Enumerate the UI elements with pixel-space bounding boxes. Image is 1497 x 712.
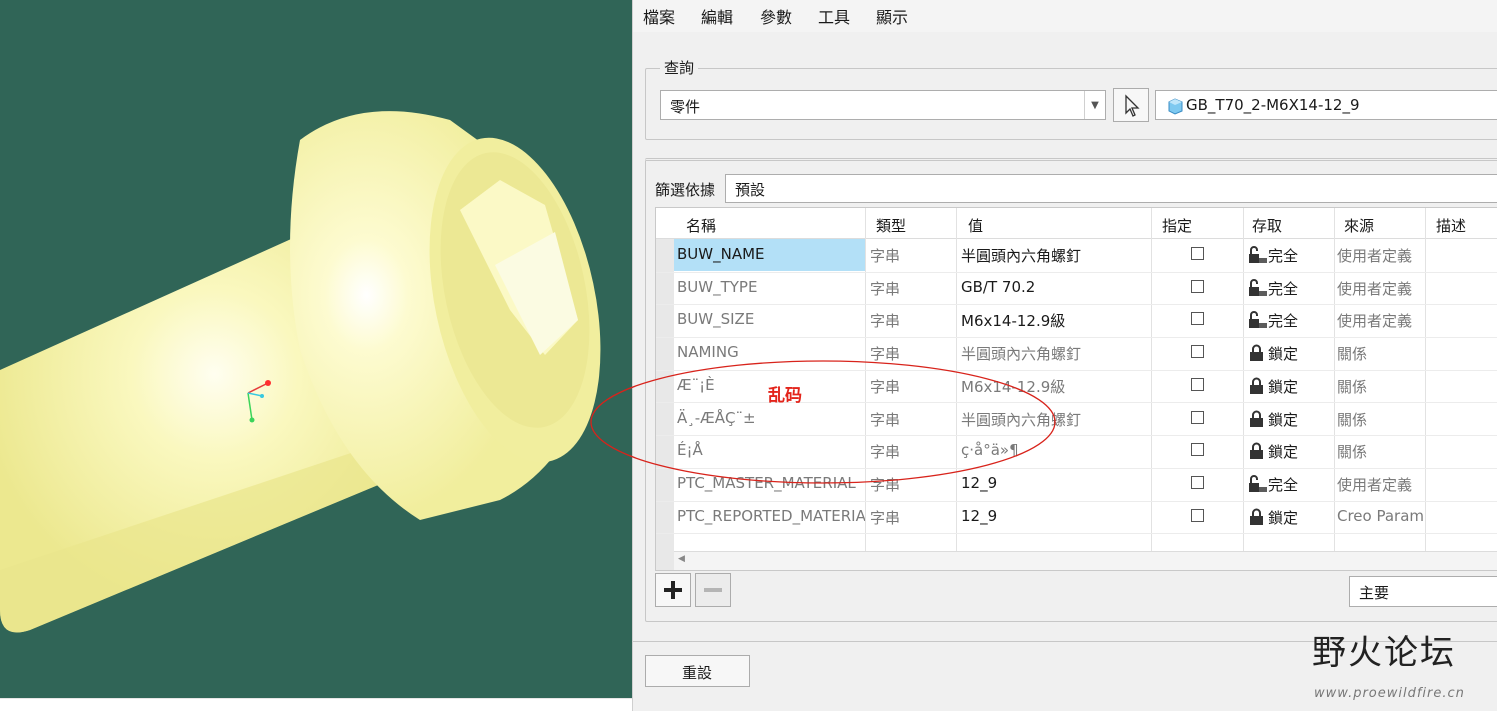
menu-bar: 檔案 編輯 參數 工具 顯示 [633,0,1497,32]
table-row[interactable]: BUW_NAME 字串 半圓頭內六角螺釘 完全 使用者定義 [656,239,1497,273]
part-icon [1168,98,1183,115]
param-access-cell[interactable]: 鎖定 [1268,409,1298,430]
param-source-cell[interactable]: 關係 [1337,376,1423,397]
table-row[interactable]: BUW_SIZE 字串 M6x14-12.9級 完全 使用者定義 [656,304,1497,339]
param-type-cell[interactable]: 字串 [870,245,900,266]
model-name-text: GB_T70_2-M6X14-12_9 [1186,96,1360,114]
lock-closed-icon [1248,508,1264,525]
filter-select[interactable]: 預設 [725,174,1497,203]
add-parameter-button[interactable] [655,573,691,607]
menu-tools[interactable]: 工具 [818,4,850,28]
model-viewport[interactable] [0,0,632,698]
pointer-arrow-icon [1125,94,1140,117]
param-value-cell[interactable]: 12_9 [961,507,1149,525]
param-source-cell[interactable]: 關係 [1337,343,1423,364]
watermark-logo: 野火论坛 [1312,625,1456,674]
lookin-type-value: 零件 [670,98,701,116]
param-access-cell[interactable]: 鎖定 [1268,376,1298,397]
designate-checkbox[interactable] [1191,508,1204,522]
param-access-cell[interactable]: 完全 [1268,310,1298,331]
lock-open-icon [1248,278,1267,296]
lock-open-icon [1248,474,1267,492]
table-row[interactable]: BUW_TYPE 字串 GB/T 70.2 完全 使用者定義 [656,272,1497,306]
status-strip [0,698,632,712]
menu-edit[interactable]: 編輯 [701,4,733,28]
model-name-field[interactable]: GB_T70_2-M6X14-12_9 [1155,90,1497,120]
lock-closed-icon [1248,410,1264,427]
annotation-label: 乱码 [768,386,802,406]
designate-checkbox[interactable] [1191,475,1204,489]
designate-checkbox[interactable] [1191,279,1204,293]
param-name-cell[interactable]: PTC_REPORTED_MATERIAL [674,501,865,533]
param-source-cell[interactable]: Creo Parametric [1337,507,1423,525]
header-description[interactable]: 描述 [1436,215,1466,236]
remove-parameter-button[interactable] [695,573,731,607]
horizontal-scrollbar[interactable]: ◀ [674,551,1497,570]
lock-open-icon [1248,246,1267,263]
param-value-cell[interactable]: GB/T 70.2 [961,278,1149,296]
bolt-model[interactable] [0,0,632,698]
param-type-cell[interactable]: 字串 [870,507,900,528]
header-source[interactable]: 來源 [1344,215,1374,236]
reset-label: 重設 [682,664,713,682]
param-access-cell[interactable]: 完全 [1268,474,1298,495]
select-model-button[interactable] [1113,88,1149,122]
filter-value: 預設 [735,181,766,199]
param-access-cell[interactable]: 完全 [1268,245,1298,266]
lock-closed-icon [1248,377,1264,394]
watermark-url: www.proewildfire.cn [1314,686,1465,701]
header-designate[interactable]: 指定 [1162,215,1192,236]
designate-checkbox[interactable] [1191,443,1204,457]
menu-display[interactable]: 顯示 [876,4,908,28]
lock-open-icon [1248,311,1267,329]
designate-checkbox[interactable] [1191,410,1204,424]
param-source-cell[interactable]: 使用者定義 [1337,278,1423,299]
scroll-left-icon[interactable]: ◀ [678,554,685,564]
lock-closed-icon [1248,442,1264,460]
menu-file[interactable]: 檔案 [643,4,675,28]
lookin-title: 查詢 [660,57,699,78]
view-select-value: 主要 [1359,584,1390,602]
param-source-cell[interactable]: 使用者定義 [1337,310,1423,331]
param-name-cell[interactable]: BUW_TYPE [674,272,865,304]
header-type[interactable]: 類型 [876,215,906,236]
table-header: 名稱 類型 值 指定 存取 來源 描述 [656,208,1497,239]
watermark-title: 野火论坛 [1312,633,1456,673]
header-access[interactable]: 存取 [1252,215,1282,236]
table-row[interactable]: PTC_REPORTED_MATERIAL字串 12_9 鎖定 Creo Parame… [656,501,1497,535]
designate-checkbox[interactable] [1191,345,1204,359]
param-value-cell[interactable]: 半圓頭內六角螺釘 [961,245,1149,266]
param-source-cell[interactable]: 使用者定義 [1337,474,1423,495]
param-access-cell[interactable]: 完全 [1268,278,1298,299]
designate-checkbox[interactable] [1191,247,1204,260]
lookin-type-select[interactable]: 零件 ▼ [660,90,1106,120]
param-access-cell[interactable]: 鎖定 [1268,441,1298,462]
filter-label: 篩選依據 [655,181,716,199]
view-select[interactable]: 主要 [1349,576,1497,607]
header-name[interactable]: 名稱 [686,215,716,236]
param-access-cell[interactable]: 鎖定 [1268,343,1298,364]
param-access-cell[interactable]: 鎖定 [1268,507,1298,528]
param-source-cell[interactable]: 使用者定義 [1337,245,1423,266]
annotation-ellipse [590,360,1056,484]
lock-closed-icon [1248,344,1264,362]
designate-checkbox[interactable] [1191,312,1204,326]
param-value-cell[interactable]: M6x14-12.9級 [961,310,1149,331]
param-name-cell[interactable]: BUW_NAME [674,239,865,271]
plus-icon [664,581,682,599]
param-source-cell[interactable]: 關係 [1337,409,1423,430]
reset-button[interactable]: 重設 [645,655,750,687]
param-type-cell[interactable]: 字串 [870,278,900,299]
header-value[interactable]: 值 [968,215,983,236]
minus-icon [704,588,722,592]
param-source-cell[interactable]: 關係 [1337,441,1423,462]
param-name-cell[interactable]: BUW_SIZE [674,304,865,336]
menu-parameters[interactable]: 參數 [760,4,792,28]
designate-checkbox[interactable] [1191,377,1204,391]
chevron-down-icon[interactable]: ▼ [1084,91,1105,119]
param-type-cell[interactable]: 字串 [870,310,900,331]
